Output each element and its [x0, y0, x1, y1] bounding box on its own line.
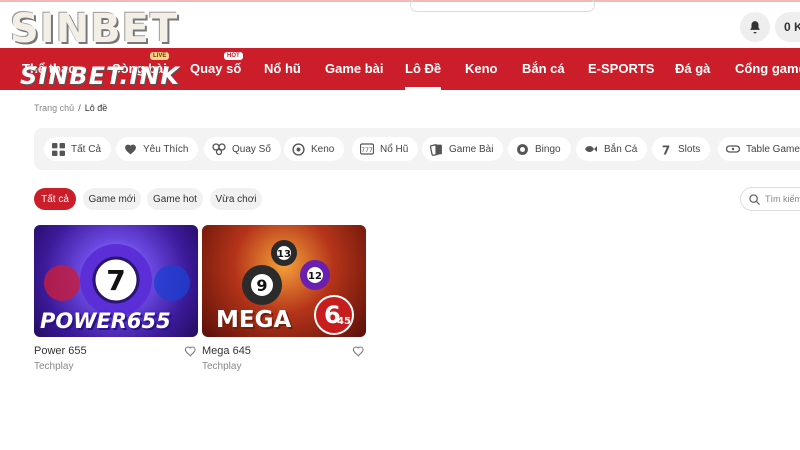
hot-badge: HOT — [224, 52, 243, 60]
category-game-bai[interactable]: Game Bài — [422, 137, 504, 161]
nav-item-cong-game[interactable]: Cổng game — [735, 48, 800, 90]
breadcrumb-current: Lô đề — [84, 103, 108, 113]
filter-game-hot[interactable]: Game hot — [147, 188, 203, 210]
category-quay-so[interactable]: Quay Số — [204, 137, 281, 161]
category-label: Keno — [311, 143, 335, 155]
table-games-icon — [726, 145, 740, 153]
search-placeholder: Tìm kiếm — [765, 194, 800, 204]
category-slots[interactable]: 7 Slots — [652, 137, 711, 161]
live-badge: LIVE — [150, 52, 170, 60]
game-thumbnail[interactable]: 7 POWER655 — [34, 225, 198, 337]
search-icon — [749, 193, 760, 205]
notification-bell-button[interactable] — [740, 12, 770, 42]
game-provider: Techplay — [202, 361, 242, 372]
breadcrumb-separator: / — [78, 103, 81, 113]
category-bar: Tất Cả Yêu Thích Quay Số Keno 777 Nổ Hũ … — [34, 128, 800, 170]
game-thumbnail[interactable]: 13 12 9 MEGA 6 45 — [202, 225, 366, 337]
watermark-text: SINBET.INK — [20, 62, 181, 90]
category-tat-ca[interactable]: Tất Cả — [44, 137, 112, 161]
category-label: Bắn Cá — [604, 143, 638, 155]
category-keno[interactable]: Keno — [284, 137, 345, 161]
sinbet-logo[interactable]: SINBET — [10, 6, 178, 52]
favorite-heart-icon[interactable] — [352, 345, 365, 357]
game-card-mega-645[interactable]: 13 12 9 MEGA 6 45 Mega 645 Techplay — [202, 225, 366, 372]
thumbnail-sub-number: 45 — [337, 316, 351, 327]
game-name: Mega 645 — [202, 345, 251, 357]
category-ban-ca[interactable]: Bắn Cá — [576, 137, 648, 161]
nav-item-game-bai[interactable]: Game bài — [325, 48, 384, 90]
cards-icon — [430, 143, 442, 156]
breadcrumb: Trang chủ / Lô đề — [34, 103, 107, 113]
thumbnail-title: MEGA — [216, 307, 292, 333]
category-label: Table Games — [746, 143, 800, 155]
category-label: Bingo — [535, 143, 561, 155]
category-no-hu[interactable]: 777 Nổ Hũ — [352, 137, 419, 161]
category-label: Slots — [678, 143, 701, 155]
svg-text:7: 7 — [106, 264, 125, 297]
breadcrumb-home-link[interactable]: Trang chủ — [34, 103, 74, 113]
mega-badge: 6 45 — [314, 295, 354, 335]
category-bingo[interactable]: Bingo — [508, 137, 571, 161]
nav-item-quay-so[interactable]: Quay số HOT — [190, 48, 243, 90]
top-search-field[interactable] — [410, 0, 595, 12]
grid-icon — [52, 142, 65, 156]
svg-text:13: 13 — [277, 249, 291, 260]
filter-tat-ca[interactable]: Tất cả — [34, 188, 76, 210]
category-label: Yêu Thích — [143, 143, 189, 155]
nav-item-ban-ca[interactable]: Bắn cá — [522, 48, 565, 90]
favorite-heart-icon[interactable] — [184, 345, 197, 357]
nav-item-keno[interactable]: Keno — [465, 48, 498, 90]
game-card-power-655[interactable]: 7 POWER655 Power 655 Techplay — [34, 225, 198, 372]
game-provider: Techplay — [34, 361, 74, 372]
svg-text:7: 7 — [662, 143, 670, 156]
game-name: Power 655 — [34, 345, 87, 357]
nav-item-esports[interactable]: E-SPORTS — [588, 48, 654, 90]
bell-icon — [750, 21, 760, 34]
category-label: Quay Số — [232, 143, 271, 155]
nav-item-da-ga[interactable]: Đá gà — [675, 48, 710, 90]
category-label: Tất Cả — [71, 143, 102, 155]
nav-item-no-hu[interactable]: Nổ hũ — [264, 48, 301, 90]
game-search-input[interactable]: Tìm kiếm — [740, 187, 800, 211]
filter-vua-choi[interactable]: Vừa chơi — [210, 188, 262, 210]
jackpot-icon: 777 — [360, 143, 374, 155]
nav-item-lo-de[interactable]: Lô Đề — [405, 48, 442, 90]
svg-text:9: 9 — [256, 276, 267, 295]
heart-icon — [125, 144, 136, 155]
category-label: Game Bài — [449, 143, 494, 155]
category-label: Nổ Hũ — [380, 143, 409, 155]
fish-icon — [585, 146, 597, 152]
filter-game-moi[interactable]: Game mới — [83, 188, 141, 210]
svg-text:777: 777 — [361, 147, 373, 154]
category-table-games[interactable]: Table Games — [718, 137, 800, 161]
bingo-icon — [517, 143, 528, 155]
keno-icon — [292, 142, 305, 156]
lottery-balls-icon — [212, 143, 226, 155]
svg-text:12: 12 — [308, 271, 322, 282]
slots-icon: 7 — [662, 143, 670, 156]
category-yeu-thich[interactable]: Yêu Thích — [116, 137, 199, 161]
thumbnail-title: POWER655 — [40, 309, 171, 333]
balance-display[interactable]: 0 K — [775, 12, 800, 42]
